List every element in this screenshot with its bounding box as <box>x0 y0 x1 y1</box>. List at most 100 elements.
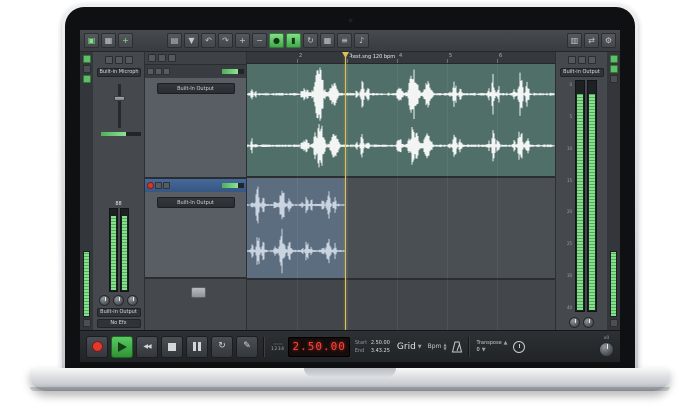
start-value[interactable]: 2.50.00 <box>371 340 390 346</box>
channel-solo-icon[interactable] <box>115 56 123 64</box>
meters-view-icon[interactable]: ▥ <box>567 33 582 48</box>
volume-fader-handle[interactable] <box>114 96 125 101</box>
audio-region-track-2[interactable] <box>247 178 346 278</box>
output-settings-icon[interactable] <box>578 56 586 64</box>
channel-strip-toolbar <box>95 54 142 66</box>
mixer-view-icon[interactable]: ≡ <box>337 33 352 48</box>
live-monitor-icon[interactable]: ▮ <box>286 33 301 48</box>
layout-icon[interactable]: ▦ <box>101 33 116 48</box>
loop-button[interactable]: ↻ <box>211 336 233 358</box>
track-1-output-button[interactable]: Built-In Output <box>157 83 235 94</box>
right-dock-tool-icon[interactable] <box>610 75 618 83</box>
channel-settings-icon[interactable] <box>125 56 133 64</box>
timeline-ruler[interactable]: test.sng 120 bpm 23456 <box>247 52 555 64</box>
channel-mute-icon[interactable] <box>105 56 113 64</box>
zoom-in-icon[interactable]: + <box>235 33 250 48</box>
output-mute-icon[interactable] <box>568 56 576 64</box>
playback-speed-knob[interactable] <box>599 342 614 357</box>
record-icon <box>92 341 103 352</box>
right-dock-option-icon[interactable] <box>610 319 618 327</box>
arrange-area[interactable]: test.sng 120 bpm 23456 <box>247 52 555 330</box>
right-dock-monitor-icon[interactable] <box>610 65 618 73</box>
dock-toggle-icon[interactable]: ▣ <box>84 33 99 48</box>
ruler-tick <box>347 59 348 63</box>
meter-left <box>109 208 118 292</box>
transport-bar: ◀◀ ↻ ✎ 1234 2.50.00 Start 2.50.00 End 3.… <box>80 330 620 362</box>
track-1[interactable]: Built-In Output <box>145 65 246 179</box>
dock-option-icon[interactable] <box>83 319 91 327</box>
bpm-spinner-icon[interactable]: ▲▼ <box>443 343 446 351</box>
grid-select[interactable]: Grid ▼ <box>397 342 422 352</box>
end-value[interactable]: 3.43.25 <box>371 348 390 354</box>
meter-value: 88 <box>115 201 121 207</box>
track-2-mute-icon[interactable] <box>155 182 162 189</box>
zoom-out-icon[interactable]: − <box>252 33 267 48</box>
send-knob[interactable] <box>127 295 138 306</box>
transpose-label: Transpose <box>477 340 502 346</box>
selection-times: Start 2.50.00 End 3.43.25 <box>355 340 390 354</box>
track-2-solo-icon[interactable] <box>163 182 170 189</box>
right-dock-meter-icon[interactable] <box>610 55 618 63</box>
channel-output-label[interactable]: Built-in Output <box>97 308 141 317</box>
ruler-tick-number: 2 <box>299 53 302 59</box>
pan-knob[interactable] <box>99 295 110 306</box>
play-button[interactable] <box>111 336 133 358</box>
undo-icon[interactable]: ↶ <box>201 33 216 48</box>
gain-knob[interactable] <box>113 295 124 306</box>
metronome-icon[interactable] <box>451 341 463 353</box>
meter-scale-tick: 10 <box>567 146 572 151</box>
transpose-down-icon[interactable]: ▼ <box>482 347 486 353</box>
clock-icon[interactable] <box>513 341 525 353</box>
track-1-solo-icon[interactable] <box>155 68 162 75</box>
playhead[interactable] <box>345 52 346 330</box>
pause-button[interactable] <box>186 336 208 358</box>
meter-right <box>120 208 129 292</box>
track-view-icon[interactable] <box>168 54 176 62</box>
track-panel-empty <box>145 279 246 330</box>
bpm-control[interactable]: Bpm ▲▼ <box>428 343 447 351</box>
transpose-control[interactable]: Transpose ▲ 0 ▼ <box>477 340 508 353</box>
transpose-value[interactable]: 0 <box>477 347 480 353</box>
track-2-lane[interactable] <box>247 178 555 280</box>
rewind-button[interactable]: ◀◀ <box>136 336 158 358</box>
output-volume-knob[interactable] <box>583 317 594 328</box>
add-track-button[interactable] <box>191 287 206 298</box>
track-group-icon[interactable] <box>158 54 166 62</box>
stop-button[interactable] <box>161 336 183 358</box>
record-button[interactable] <box>86 336 108 358</box>
track-2-header[interactable] <box>145 179 246 192</box>
track-1-mute-icon[interactable] <box>147 68 154 75</box>
output-level-meters: 05101520253040 <box>566 80 597 314</box>
save-song-icon[interactable]: ▼ <box>184 33 199 48</box>
track-1-lane[interactable] <box>247 64 555 178</box>
track-2-meter <box>222 183 244 188</box>
knob-label: x0 <box>604 336 610 341</box>
record-mode-icon[interactable]: ● <box>269 33 284 48</box>
track-2[interactable]: Built-In Output <box>145 179 246 279</box>
transpose-up-icon[interactable]: ▲ <box>504 340 508 346</box>
track-1-header[interactable] <box>145 65 246 78</box>
settings-icon[interactable]: ⚙ <box>601 33 616 48</box>
laptop-notch <box>304 368 396 377</box>
snap-grid-icon[interactable]: ▦ <box>320 33 335 48</box>
loop-mode-icon[interactable]: ↻ <box>303 33 318 48</box>
open-song-icon[interactable]: ▤ <box>167 33 182 48</box>
output-pan-knob[interactable] <box>569 317 580 328</box>
piano-roll-icon[interactable]: ♪ <box>354 33 369 48</box>
dock-record-icon[interactable] <box>83 55 91 63</box>
sync-icon[interactable]: ⇄ <box>584 33 599 48</box>
ruler-tick-number: 3 <box>349 53 352 59</box>
redo-icon[interactable]: ↷ <box>218 33 233 48</box>
channel-fx-label[interactable]: No Efx <box>97 319 141 328</box>
dock-tool-icon[interactable] <box>83 65 91 73</box>
add-track-icon[interactable]: + <box>118 33 133 48</box>
output-fx-icon[interactable] <box>588 56 596 64</box>
count-in-control[interactable]: 1234 <box>271 342 284 352</box>
track-1-fx-icon[interactable] <box>163 68 170 75</box>
dock-meter-icon[interactable] <box>83 75 91 83</box>
track-2-output-button[interactable]: Built-In Output <box>157 197 235 208</box>
toolbar-center-group: ▤▼↶↷+−●▮↻▦≡♪ <box>167 33 369 48</box>
track-list-icon[interactable] <box>148 54 156 62</box>
draw-tool-button[interactable]: ✎ <box>236 336 258 358</box>
track-2-record-arm-icon[interactable] <box>147 182 154 189</box>
